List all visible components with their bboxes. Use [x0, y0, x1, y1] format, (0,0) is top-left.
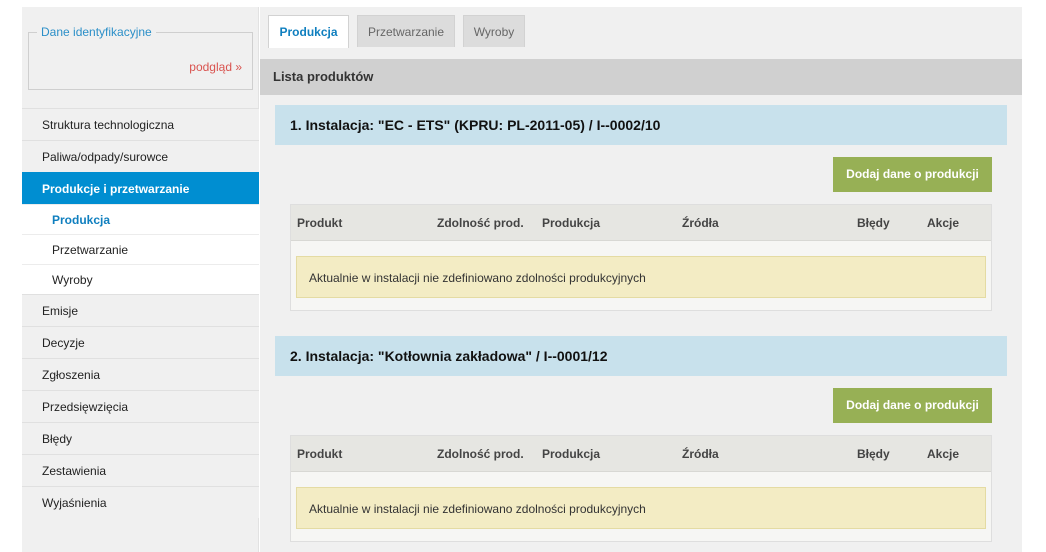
main-content: Produkcja Przetwarzanie Wyroby Lista pro…	[260, 7, 1022, 552]
column-header-produkt[interactable]: Produkt	[297, 436, 342, 472]
sidebar-item-decyzje[interactable]: Decyzje	[22, 326, 259, 358]
table-header: Produkt Zdolność prod. Produkcja Źródła …	[291, 205, 991, 241]
column-header-bledy[interactable]: Błędy	[857, 436, 890, 472]
products-table: Produkt Zdolność prod. Produkcja Źródła …	[290, 435, 992, 542]
column-header-akcje: Akcje	[927, 216, 960, 230]
column-header-zrodla[interactable]: Źródła	[682, 436, 719, 472]
sidebar-subitem-wyroby[interactable]: Wyroby	[22, 264, 259, 294]
sidebar-menu: Struktura technologiczna Paliwa/odpady/s…	[22, 108, 259, 518]
column-header-zdolnosc[interactable]: Zdolność prod.	[437, 436, 524, 472]
column-header-akcje: Akcje	[927, 447, 960, 461]
column-header-bledy[interactable]: Błędy	[857, 205, 890, 241]
identification-title: Dane identyfikacyjne	[37, 25, 156, 39]
sidebar-item-przedsiewziecia[interactable]: Przedsięwzięcia	[22, 390, 259, 422]
tab-przetwarzanie[interactable]: Przetwarzanie	[357, 15, 455, 47]
column-header-produkt[interactable]: Produkt	[297, 205, 342, 241]
sidebar-subitem-produkcja[interactable]: Produkcja	[22, 204, 259, 234]
column-header-produkcja[interactable]: Produkcja	[542, 205, 600, 241]
sidebar-item-zgloszenia[interactable]: Zgłoszenia	[22, 358, 259, 390]
sidebar-item-struktura[interactable]: Struktura technologiczna	[22, 108, 259, 140]
sidebar-item-emisje[interactable]: Emisje	[22, 294, 259, 326]
tab-produkcja[interactable]: Produkcja	[268, 15, 349, 48]
sidebar-subitem-przetwarzanie[interactable]: Przetwarzanie	[22, 234, 259, 264]
add-production-button[interactable]: Dodaj dane o produkcji	[833, 388, 992, 423]
sidebar-item-zestawienia[interactable]: Zestawienia	[22, 454, 259, 486]
installation-title: 2. Instalacja: "Kotłownia zakładowa" / I…	[275, 336, 1007, 376]
sidebar-item-bledy[interactable]: Błędy	[22, 422, 259, 454]
installation-title: 1. Instalacja: "EC - ETS" (KPRU: PL-2011…	[275, 105, 1007, 145]
add-production-button[interactable]: Dodaj dane o produkcji	[833, 157, 992, 192]
list-title: Lista produktów	[260, 59, 1022, 95]
products-table: Produkt Zdolność prod. Produkcja Źródła …	[290, 204, 992, 311]
sidebar-item-produkcje-i-przetwarzanie[interactable]: Produkcje i przetwarzanie	[22, 172, 259, 204]
tab-wyroby[interactable]: Wyroby	[463, 15, 525, 47]
table-header: Produkt Zdolność prod. Produkcja Źródła …	[291, 436, 991, 472]
sidebar: Dane identyfikacyjne podgląd » Struktura…	[22, 7, 259, 552]
empty-notice: Aktualnie w instalacji nie zdefiniowano …	[296, 256, 986, 298]
sidebar-item-paliwa[interactable]: Paliwa/odpady/surowce	[22, 140, 259, 172]
column-header-produkcja[interactable]: Produkcja	[542, 436, 600, 472]
empty-notice: Aktualnie w instalacji nie zdefiniowano …	[296, 487, 986, 529]
identification-panel: Dane identyfikacyjne podgląd »	[28, 25, 253, 90]
column-header-zdolnosc[interactable]: Zdolność prod.	[437, 205, 524, 241]
preview-link[interactable]: podgląd »	[189, 60, 242, 74]
sidebar-item-wyjasnienia[interactable]: Wyjaśnienia	[22, 486, 259, 518]
column-header-zrodla[interactable]: Źródła	[682, 205, 719, 241]
